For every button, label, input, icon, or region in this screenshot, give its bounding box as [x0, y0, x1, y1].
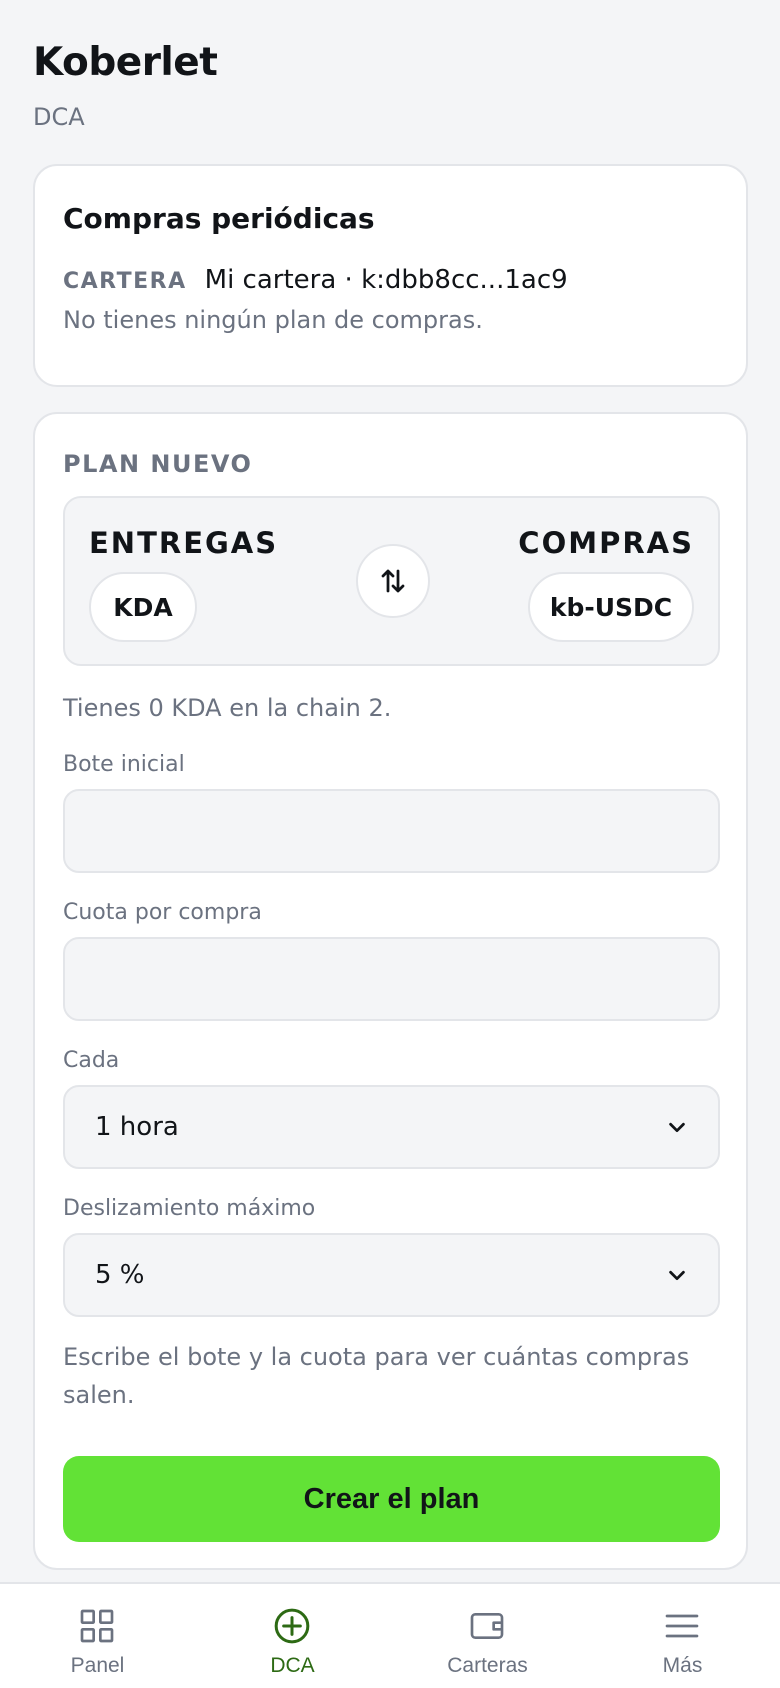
- wallet-label: CARTERA: [63, 269, 187, 294]
- installment-input[interactable]: [63, 937, 720, 1021]
- empty-plans-text: No tienes ningún plan de compras.: [63, 306, 483, 334]
- give-label: ENTREGAS: [89, 526, 279, 560]
- create-plan-button[interactable]: Crear el plan: [63, 1456, 720, 1542]
- summary-title: Compras periódicas: [63, 202, 375, 235]
- nav-label-mas: Más: [662, 1654, 703, 1677]
- interval-label: Cada: [63, 1048, 120, 1073]
- slippage-value: 5 %: [95, 1260, 145, 1290]
- nav-item-dca[interactable]: DCA: [195, 1584, 390, 1688]
- nav-item-panel[interactable]: Panel: [0, 1584, 195, 1688]
- page-subtitle: DCA: [33, 103, 85, 131]
- menu-icon: [665, 1614, 699, 1638]
- chevron-down-icon: [669, 1122, 685, 1133]
- dca-page: Koberlet DCA Compras periódicas CARTERA …: [0, 0, 780, 1688]
- wallet-icon: [470, 1613, 504, 1639]
- plus-circle-icon: [274, 1608, 310, 1644]
- get-label: COMPRAS: [518, 526, 694, 560]
- swap-vertical-icon: [381, 569, 405, 593]
- installment-label: Cuota por compra: [63, 900, 262, 925]
- nav-item-mas[interactable]: Más: [585, 1584, 780, 1688]
- wallet-row: CARTERA Mi cartera · k:dbb8cc...1ac9: [63, 265, 568, 295]
- swap-direction-button[interactable]: [356, 544, 430, 618]
- nav-label-carteras: Carteras: [447, 1654, 528, 1677]
- give-token-button[interactable]: KDA: [89, 572, 197, 642]
- new-plan-card: PLAN NUEVO ENTREGAS KDA COMPRAS kb-USDC …: [33, 412, 748, 1570]
- plans-summary-card: Compras periódicas CARTERA Mi cartera · …: [33, 164, 748, 387]
- wallet-value: Mi cartera · k:dbb8cc...1ac9: [204, 265, 568, 295]
- nav-label-dca: DCA: [270, 1654, 315, 1677]
- bottom-nav: Panel DCA Carteras Más: [0, 1582, 780, 1688]
- get-token-button[interactable]: kb-USDC: [528, 572, 694, 642]
- nav-label-panel: Panel: [70, 1654, 125, 1677]
- app-title: Koberlet: [33, 40, 218, 85]
- slippage-select[interactable]: 5 %: [63, 1233, 720, 1317]
- purchase-count-hint: Escribe el bote y la cuota para ver cuán…: [63, 1343, 690, 1409]
- token-pair-box: ENTREGAS KDA COMPRAS kb-USDC: [63, 496, 720, 666]
- grid-icon: [80, 1609, 114, 1643]
- slippage-label: Deslizamiento máximo: [63, 1196, 316, 1221]
- nav-item-carteras[interactable]: Carteras: [390, 1584, 585, 1688]
- interval-select[interactable]: 1 hora: [63, 1085, 720, 1169]
- new-plan-heading: PLAN NUEVO: [63, 450, 253, 478]
- initial-amount-input[interactable]: [63, 789, 720, 873]
- initial-amount-label: Bote inicial: [63, 752, 185, 777]
- chevron-down-icon: [669, 1270, 685, 1281]
- balance-text: Tienes 0 KDA en la chain 2.: [63, 694, 392, 722]
- interval-value: 1 hora: [95, 1112, 179, 1142]
